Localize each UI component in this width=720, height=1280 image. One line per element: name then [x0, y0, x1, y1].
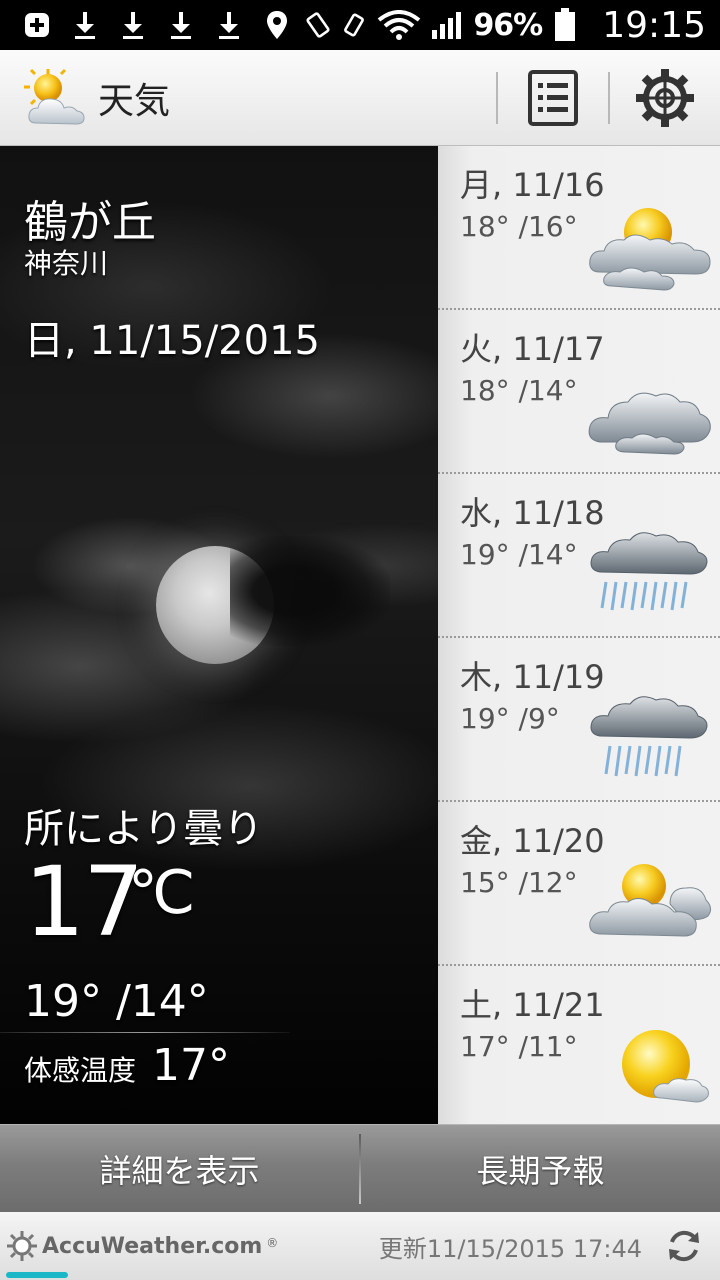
forecast-day: 土, 11/21	[460, 986, 605, 1024]
loading-progress-bar	[6, 1272, 68, 1278]
forecast-temps: 17° /11°	[460, 1030, 578, 1063]
prefecture-name: 神奈川	[24, 247, 109, 280]
forecast-row[interactable]: 金, 11/20 15° /12°	[438, 802, 720, 966]
status-bar: 96% 19:15	[0, 0, 720, 50]
sun-cloud-icon	[22, 67, 90, 129]
download-icon	[120, 10, 146, 40]
mostly-sunny-icon	[622, 1030, 709, 1103]
temperature-unit: ℃	[128, 858, 196, 928]
forecast-temps: 19° /9°	[460, 702, 560, 735]
accuweather-logo[interactable]: AccuWeather.com ®	[6, 1230, 278, 1262]
show-details-button[interactable]: 詳細を表示	[0, 1125, 359, 1212]
current-weather-panel[interactable]: 鶴が丘 神奈川 日, 11/15/2015 所により曇り 17 ℃ 19° /1…	[0, 146, 438, 1124]
forecast-row[interactable]: 月, 11/16 18° /16°	[438, 146, 720, 310]
partly-sunny-icon	[589, 864, 712, 937]
cloud-overlay	[230, 536, 390, 646]
bottom-action-bar: 詳細を表示 長期予報	[0, 1124, 720, 1212]
app-title: 天気	[98, 80, 171, 122]
forecast-day: 水, 11/18	[460, 494, 605, 532]
wifi-icon	[377, 10, 421, 40]
forecast-row[interactable]: 水, 11/18 19° /14°	[438, 474, 720, 638]
signal-icon	[431, 10, 463, 40]
battery-icon	[552, 8, 578, 41]
daily-forecast-list: 月, 11/16 18° /16° 火, 11/17 18° /14° 水, 1…	[438, 146, 720, 1124]
list-button[interactable]	[498, 50, 608, 146]
forecast-temps: 15° /12°	[460, 866, 578, 899]
brand-name: AccuWeather.com	[42, 1233, 263, 1259]
forecast-temps: 18° /14°	[460, 374, 578, 407]
cloudy-icon	[588, 392, 711, 455]
current-date: 日, 11/15/2015	[24, 318, 320, 364]
clock: 19:15	[602, 4, 706, 46]
download-icon	[216, 10, 242, 40]
location-icon	[264, 10, 290, 40]
partly-sunny-icon	[589, 208, 711, 291]
refresh-button[interactable]	[654, 1216, 714, 1276]
list-icon	[528, 69, 578, 126]
vibrate-icon	[341, 10, 367, 40]
app-bar: 天気	[0, 50, 720, 146]
feels-like-label: 体感温度	[24, 1054, 137, 1087]
forecast-day: 火, 11/17	[460, 330, 605, 368]
download-icon	[168, 10, 194, 40]
forecast-day: 金, 11/20	[460, 822, 605, 860]
current-temperature: 17	[24, 846, 144, 958]
high-low-temperature: 19° /14°	[24, 976, 209, 1027]
forecast-day: 木, 11/19	[460, 658, 605, 696]
rotate-icon	[305, 10, 331, 40]
city-name: 鶴が丘	[24, 197, 156, 248]
footer: AccuWeather.com ® 更新11/15/2015 17:44	[0, 1212, 720, 1280]
plus-icon	[24, 10, 50, 40]
forecast-row[interactable]: 木, 11/19 19° /9°	[438, 638, 720, 802]
feels-like: 体感温度 17°	[24, 1040, 230, 1091]
divider	[0, 1032, 290, 1033]
rain-icon	[590, 532, 708, 611]
forecast-temps: 19° /14°	[460, 538, 578, 571]
settings-button[interactable]	[610, 50, 720, 146]
forecast-row[interactable]: 火, 11/17 18° /14°	[438, 310, 720, 474]
long-term-forecast-button[interactable]: 長期予報	[361, 1125, 720, 1212]
forecast-day: 月, 11/16	[460, 166, 605, 204]
sun-icon	[7, 1231, 37, 1261]
forecast-row[interactable]: 土, 11/21 17° /11°	[438, 966, 720, 1130]
registered-mark: ®	[266, 1236, 279, 1250]
refresh-icon	[669, 1230, 699, 1262]
battery-percent: 96%	[473, 7, 543, 43]
last-updated: 更新11/15/2015 17:44	[378, 1234, 642, 1263]
rain-icon	[590, 696, 708, 777]
gear-icon	[636, 68, 694, 127]
notification-icons	[0, 10, 305, 40]
download-icon	[72, 10, 98, 40]
feels-like-value: 17°	[152, 1040, 231, 1091]
forecast-temps: 18° /16°	[460, 210, 578, 243]
